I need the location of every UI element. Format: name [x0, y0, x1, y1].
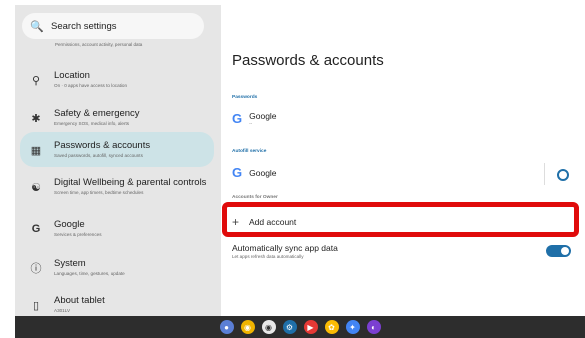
sync-subtitle: Let apps refresh data automatically — [232, 254, 304, 259]
screenshot-frame: 🔍 Search settings Permissions, account a… — [0, 0, 585, 338]
sidebar-item-title: Location — [54, 70, 90, 81]
sidebar-item-subtitle: On · 0 apps have access to location — [54, 83, 128, 88]
sidebar-item-title: Digital Wellbeing & parental controls — [54, 177, 207, 188]
settings-icon[interactable]: ⚙ — [282, 320, 297, 334]
section-header-passwords: Passwords — [232, 95, 258, 100]
search-bar[interactable]: 🔍 Search settings — [22, 13, 204, 39]
taskbar: ● ◉ ◉ ⚙ ▶ ✿ ✦ ◐ — [15, 316, 585, 338]
sidebar-item-subtitle: A301LV — [54, 308, 71, 313]
sidebar-item-subtitle: Languages, time, gestures, update — [54, 271, 125, 276]
sidebar-item-about-tablet[interactable]: ▯ About tablet A301LV — [20, 287, 214, 316]
sidebar-item-title: Passwords & accounts — [54, 140, 151, 151]
highlight-box — [222, 202, 579, 237]
asterisk-icon: ✱ — [31, 112, 41, 125]
launcher-icon[interactable]: ● — [219, 320, 234, 334]
play-games-icon[interactable]: ◐ — [366, 320, 381, 334]
section-header-autofill: Autofill service — [232, 149, 267, 154]
accounts-card-icon: ▦ — [30, 144, 42, 157]
sidebar-item-safety[interactable]: ✱ Safety & emergency Emergency SOS, medi… — [20, 100, 214, 135]
sidebar-item-digital-wellbeing[interactable]: ☯ Digital Wellbeing & parental controls … — [20, 169, 214, 204]
sidebar-item-title: Safety & emergency — [54, 108, 140, 119]
location-pin-icon: ⚲ — [31, 74, 41, 87]
sidebar-item-subtitle: Services & preferences — [54, 232, 102, 237]
divider — [544, 163, 545, 185]
passwords-google-row[interactable]: G Google -- — [232, 111, 277, 126]
passwords-item-sub: -- — [249, 121, 253, 126]
chrome-icon[interactable]: ◉ — [240, 320, 255, 334]
sidebar-item-title: System — [54, 258, 86, 269]
autofill-google-row[interactable]: G Google — [232, 165, 277, 180]
section-header-accounts: Accounts for Owner — [232, 195, 278, 200]
youtube-icon[interactable]: ▶ — [303, 320, 318, 334]
sidebar-item-system[interactable]: ⓘ System Languages, time, gestures, upda… — [20, 250, 214, 285]
google-logo-icon: G — [232, 165, 243, 180]
search-icon: 🔍 — [30, 20, 44, 33]
sync-toggle[interactable] — [546, 245, 571, 257]
gear-icon[interactable] — [557, 169, 569, 181]
page-title: Passwords & accounts — [232, 52, 384, 69]
tablet-icon: ▯ — [32, 299, 40, 312]
settings-sidebar: 🔍 Search settings Permissions, account a… — [15, 5, 221, 316]
main-panel: Passwords & accounts Passwords G Google … — [221, 5, 585, 316]
sidebar-item-passwords-accounts[interactable]: ▦ Passwords & accounts Saved passwords, … — [20, 132, 214, 167]
sidebar-item-location[interactable]: ⚲ Location On · 0 apps have access to lo… — [20, 62, 214, 97]
sidebar-item-subtitle: Saved passwords, autofill, synced accoun… — [54, 153, 143, 158]
sidebar-item-title: About tablet — [54, 295, 105, 306]
search-placeholder: Search settings — [51, 20, 117, 32]
info-circle-icon: ⓘ — [30, 263, 42, 275]
passwords-item-label: Google — [249, 111, 277, 121]
google-logo-icon: G — [232, 111, 243, 126]
sidebar-item-google[interactable]: G Google Services & preferences — [20, 211, 214, 246]
google-g-icon: G — [31, 223, 41, 235]
gemini-icon[interactable]: ✦ — [345, 320, 360, 334]
wellbeing-icon: ☯ — [31, 181, 41, 194]
sync-title: Automatically sync app data — [232, 243, 338, 253]
photos-icon[interactable]: ✿ — [324, 320, 339, 334]
sidebar-item-subtitle: Screen time, app timers, bedtime schedul… — [54, 190, 144, 195]
autofill-item-label: Google — [249, 167, 277, 178]
settings-window: 🔍 Search settings Permissions, account a… — [15, 5, 585, 316]
camera-icon[interactable]: ◉ — [261, 320, 276, 334]
sidebar-item-title: Google — [54, 219, 85, 230]
sidebar-first-subtitle: Permissions, account activity, personal … — [55, 42, 143, 47]
sidebar-item-subtitle: Emergency SOS, medical info, alerts — [54, 121, 130, 126]
